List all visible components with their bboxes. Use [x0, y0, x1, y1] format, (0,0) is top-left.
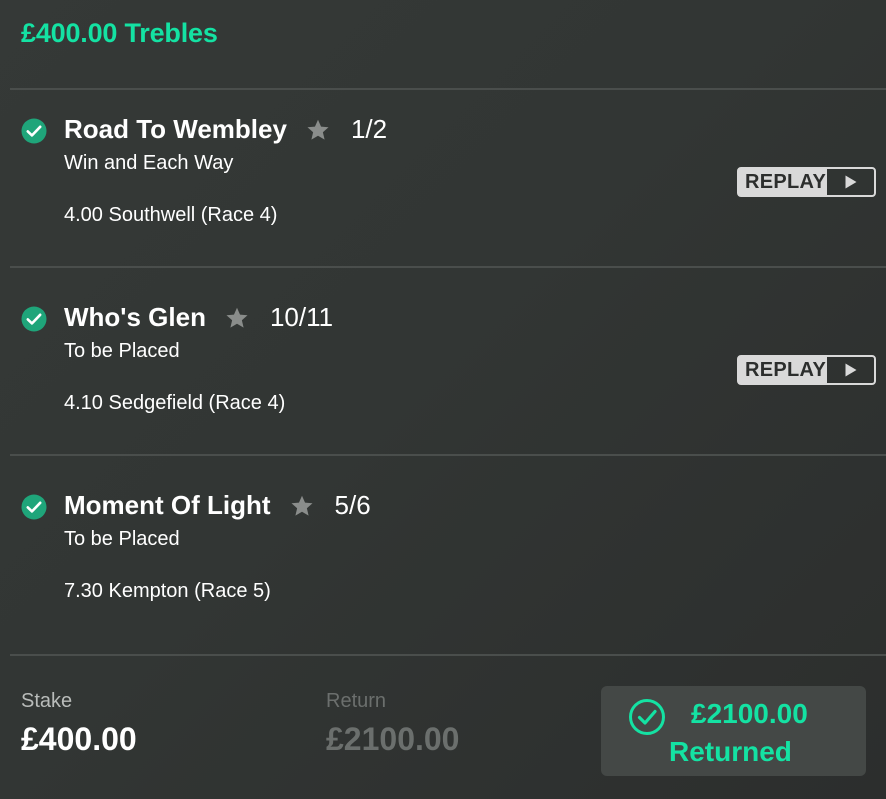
returned-badge: £2100.00 Returned — [601, 686, 866, 776]
selection-market: To be Placed — [64, 340, 180, 362]
check-circle-icon — [21, 118, 47, 144]
selection-event: 7.30 Kempton (Race 5) — [64, 580, 271, 602]
star-icon[interactable] — [224, 305, 250, 331]
replay-label: REPLAY — [739, 357, 827, 383]
selection-name: Who's Glen — [64, 302, 206, 332]
play-icon — [827, 169, 874, 195]
selection-odds: 1/2 — [350, 114, 388, 144]
return-label: Return — [326, 690, 387, 712]
stake-value: £400.00 — [21, 721, 137, 757]
replay-button[interactable]: REPLAY — [737, 167, 876, 197]
divider — [10, 454, 886, 456]
check-circle-icon — [21, 306, 47, 332]
returned-label: Returned — [669, 736, 792, 767]
play-icon — [827, 357, 874, 383]
selection-header: Road To Wembley 1/2 — [64, 114, 387, 145]
selection-odds: 10/11 — [269, 302, 334, 332]
selection-market: To be Placed — [64, 528, 180, 550]
bet-title: £400.00 Trebles — [21, 18, 218, 48]
replay-button[interactable]: REPLAY — [737, 355, 876, 385]
selection-market: Win and Each Way — [64, 152, 234, 174]
selection-moment-of-light: Moment Of Light 5/6 To be Placed 7.30 Ke… — [0, 476, 886, 662]
check-circle-icon — [21, 494, 47, 520]
selection-name: Moment Of Light — [64, 490, 271, 520]
selection-event: 4.10 Sedgefield (Race 4) — [64, 392, 286, 414]
returned-amount: £2100.00 — [691, 698, 808, 729]
stake-label: Stake — [21, 690, 73, 712]
star-icon[interactable] — [289, 493, 315, 519]
check-circle-outline-icon — [629, 699, 665, 735]
divider — [10, 654, 886, 656]
selection-odds: 5/6 — [334, 490, 371, 520]
selection-name: Road To Wembley — [64, 114, 287, 144]
selection-header: Who's Glen 10/11 — [64, 302, 333, 333]
selection-road-to-wembley: Road To Wembley 1/2 Win and Each Way 4.0… — [0, 100, 886, 286]
divider — [10, 88, 886, 90]
selection-header: Moment Of Light 5/6 — [64, 490, 371, 521]
return-value: £2100.00 — [326, 721, 460, 757]
selection-whos-glen: Who's Glen 10/11 To be Placed 4.10 Sedge… — [0, 288, 886, 474]
selection-event: 4.00 Southwell (Race 4) — [64, 204, 278, 226]
star-icon[interactable] — [305, 117, 331, 143]
replay-label: REPLAY — [739, 169, 827, 195]
divider — [10, 266, 886, 268]
